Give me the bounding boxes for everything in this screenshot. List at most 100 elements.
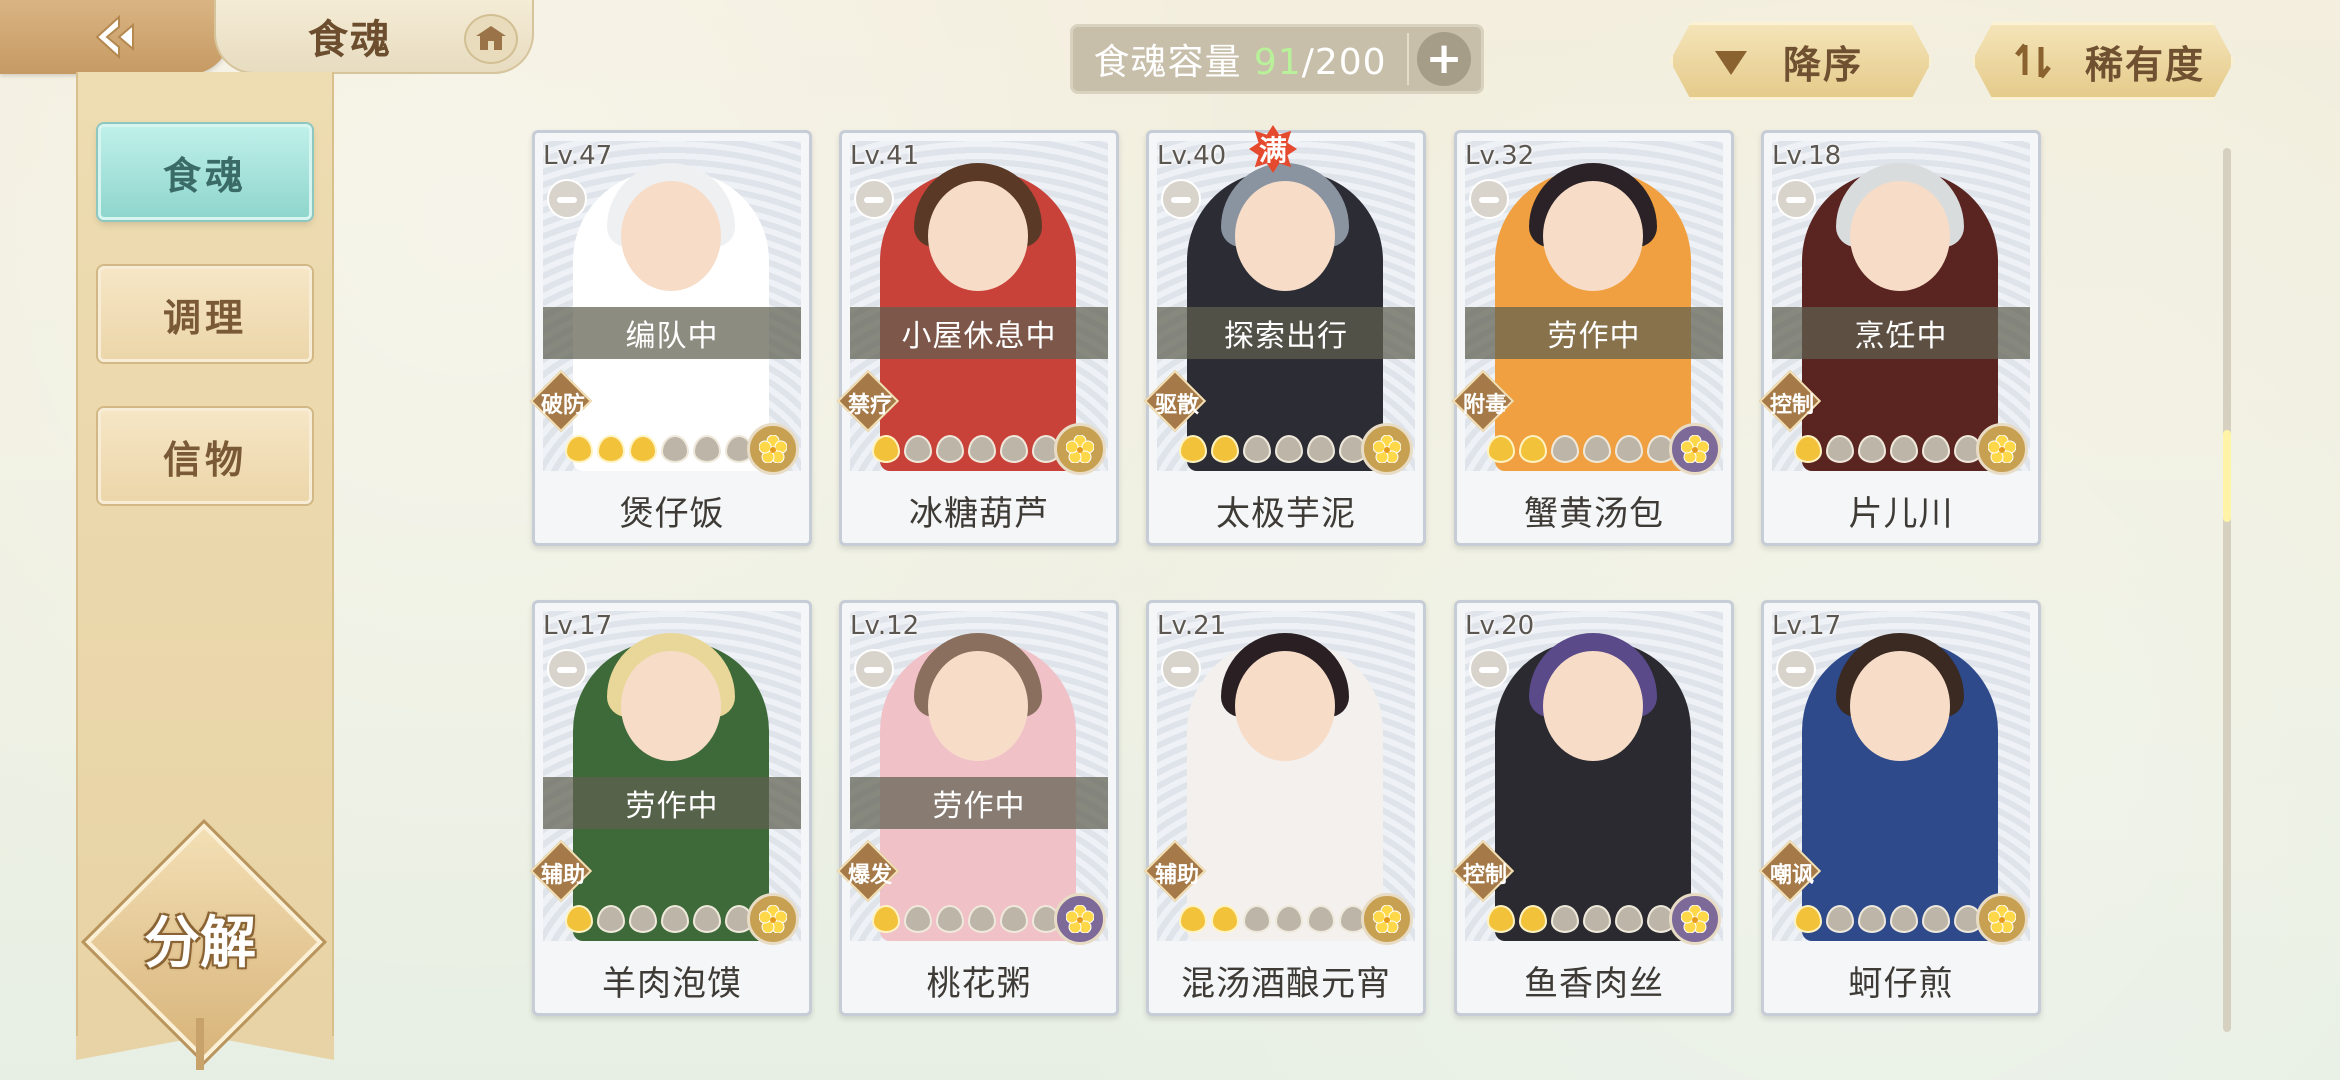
rarity-flower-icon: [1054, 423, 1106, 475]
role-label: 爆发: [847, 863, 892, 888]
flame-icon: [1243, 905, 1271, 933]
rarity-flower-icon: [1669, 893, 1721, 945]
tab-food-souls[interactable]: 食魂: [98, 124, 312, 220]
expand-capacity-button[interactable]: +: [1417, 32, 1471, 86]
flame-icon: [693, 905, 721, 933]
food-soul-name: 煲仔饭: [619, 494, 725, 534]
role-badge: 爆发: [836, 839, 900, 903]
scrollbar-track[interactable]: [2223, 148, 2231, 1032]
role-label: 附毒: [1462, 393, 1507, 418]
rarity-flower-icon: [747, 423, 799, 475]
capacity-label: 食魂容量: [1093, 42, 1242, 83]
tab-conditioning[interactable]: 调理: [98, 266, 312, 362]
level-label: Lv.18: [1772, 141, 1842, 171]
food-soul-name: 片儿川: [1848, 494, 1954, 534]
flame-icon: [1243, 435, 1271, 463]
level-label: Lv.17: [543, 611, 613, 641]
character-face: [928, 651, 1028, 761]
food-soul-card[interactable]: Lv.12 劳作中 爆发 桃花粥: [836, 600, 1119, 1016]
food-soul-name: 蟹黄汤包: [1524, 494, 1664, 534]
food-soul-card[interactable]: Lv.18 烹饪中 控制 片儿川: [1758, 130, 2041, 546]
role-badge: 驱散: [1143, 369, 1207, 433]
flame-icon: [1826, 905, 1854, 933]
flame-icon: [597, 905, 625, 933]
flame-icon: [1179, 435, 1207, 463]
level-label: Lv.41: [850, 141, 920, 171]
food-soul-name: 鱼香肉丝: [1524, 964, 1664, 1004]
role-label: 破防: [540, 393, 585, 418]
role-badge: 附毒: [1451, 369, 1515, 433]
flame-icon: [1000, 435, 1028, 463]
food-soul-card[interactable]: Lv.40 满探索出行 驱散 太极芋泥: [1143, 125, 1426, 546]
max-badge: 满: [1249, 125, 1297, 173]
food-soul-card[interactable]: Lv.20 控制鱼香肉丝: [1451, 600, 1734, 1016]
flame-icon: [565, 435, 593, 463]
flame-icon: [1583, 905, 1611, 933]
bowl-icon: [1469, 649, 1509, 689]
flame-icon: [1583, 435, 1611, 463]
tassel-ornament: [196, 1018, 204, 1070]
flame-icon: [1519, 905, 1547, 933]
role-badge: 嘲讽: [1758, 839, 1822, 903]
status-label: 探索出行: [1157, 307, 1415, 359]
flame-rating: [872, 905, 1060, 933]
food-soul-card[interactable]: Lv.17 劳作中 辅助 羊肉泡馍: [529, 600, 812, 1016]
triangle-down-icon: [1715, 51, 1747, 75]
character-face: [928, 181, 1028, 291]
capacity-max: /200: [1301, 42, 1387, 83]
rarity-flower-icon: [1976, 423, 2028, 475]
level-label: Lv.20: [1465, 611, 1535, 641]
flame-icon: [1922, 905, 1950, 933]
flame-icon: [661, 905, 689, 933]
food-soul-name: 蚵仔煎: [1848, 964, 1954, 1004]
food-soul-card[interactable]: Lv.17 嘲讽蚵仔煎: [1758, 600, 2041, 1016]
sort-order-button[interactable]: 降序: [1670, 22, 1932, 100]
role-badge: 辅助: [1143, 839, 1207, 903]
scrollbar-thumb[interactable]: [2223, 430, 2231, 522]
level-label: Lv.17: [1772, 611, 1842, 641]
sort-rarity-button[interactable]: 稀有度: [1972, 22, 2234, 100]
flame-icon: [1922, 435, 1950, 463]
food-soul-card[interactable]: Lv.41 小屋休息中 禁疗 冰糖葫芦: [836, 130, 1119, 546]
flame-icon: [1307, 435, 1335, 463]
title-plate: 食魂: [214, 0, 534, 74]
flame-icon: [1890, 435, 1918, 463]
role-badge: 禁疗: [836, 369, 900, 433]
role-badge: 控制: [1451, 839, 1515, 903]
bowl-icon: [1776, 179, 1816, 219]
food-soul-card[interactable]: Lv.47 编队中破防煲仔饭: [529, 130, 812, 546]
flame-rating: [1487, 905, 1675, 933]
bowl-icon: [1161, 649, 1201, 689]
bowl-icon: [547, 179, 587, 219]
sort-rarity-label: 稀有度: [2085, 42, 2206, 87]
flame-icon: [1487, 905, 1515, 933]
rarity-flower-icon: [1976, 893, 2028, 945]
status-label: 编队中: [543, 307, 801, 359]
back-arrow-icon: [95, 14, 134, 60]
rarity-flower-icon: [1669, 423, 1721, 475]
flame-rating: [1179, 435, 1367, 463]
flame-icon: [1307, 905, 1335, 933]
flame-icon: [1794, 905, 1822, 933]
level-label: Lv.40: [1157, 141, 1227, 171]
flame-icon: [1858, 905, 1886, 933]
flame-icon: [693, 435, 721, 463]
flame-icon: [1858, 435, 1886, 463]
level-label: Lv.47: [543, 141, 613, 171]
back-button[interactable]: [0, 0, 230, 74]
character-face: [1235, 181, 1335, 291]
flame-rating: [1179, 905, 1367, 933]
flame-rating: [872, 435, 1060, 463]
character-face: [1850, 181, 1950, 291]
status-label: 劳作中: [1465, 307, 1723, 359]
tab-tokens[interactable]: 信物: [98, 408, 312, 504]
flame-icon: [1211, 905, 1239, 933]
character-face: [621, 651, 721, 761]
flame-icon: [1000, 905, 1028, 933]
food-soul-card[interactable]: Lv.32 劳作中 附毒 蟹黄汤包: [1451, 130, 1734, 546]
food-soul-card[interactable]: Lv.21 辅助 混汤酒酿元宵: [1143, 600, 1426, 1016]
rarity-flower-icon: [1361, 423, 1413, 475]
home-icon[interactable]: [464, 14, 518, 64]
flame-icon: [629, 435, 657, 463]
character-face: [1543, 651, 1643, 761]
